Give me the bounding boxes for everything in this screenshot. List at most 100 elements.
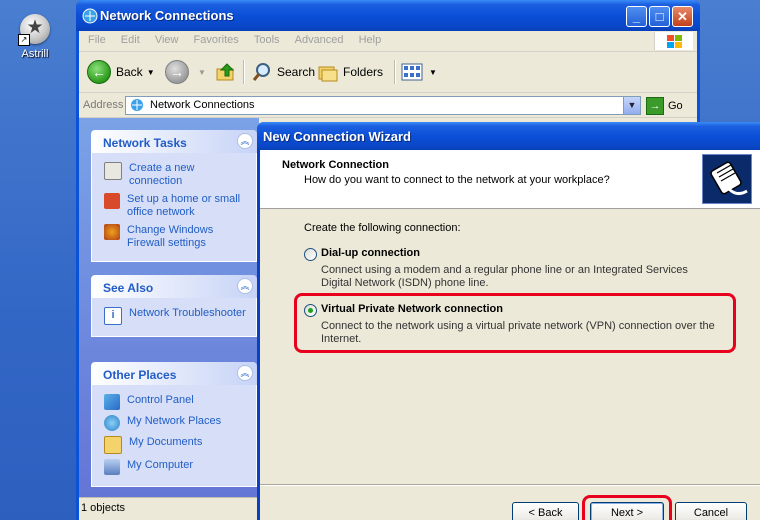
- my-documents-icon: [104, 436, 122, 454]
- search-label: Search: [277, 65, 316, 79]
- link-label: My Computer: [127, 459, 194, 471]
- wizard-body: Network Connection How do you want to co…: [260, 150, 760, 520]
- next-highlight-box: [582, 495, 672, 520]
- task-firewall-settings[interactable]: Change Windows Firewall settings: [104, 224, 248, 250]
- views-icon: [401, 63, 423, 81]
- menu-bar: File Edit View Favorites Tools Advanced …: [79, 31, 697, 52]
- address-value: Network Connections: [150, 99, 255, 111]
- new-connection-icon: [104, 162, 122, 180]
- minimize-button[interactable]: _: [626, 6, 647, 27]
- menu-edit[interactable]: Edit: [115, 31, 146, 46]
- task-home-network[interactable]: Set up a home or small office network: [104, 193, 248, 219]
- link-my-computer[interactable]: My Computer: [104, 459, 248, 475]
- window-title: Network Connections: [100, 8, 234, 23]
- wizard-titlebar[interactable]: New Connection Wizard: [257, 122, 760, 150]
- link-label: Control Panel: [127, 394, 194, 406]
- desktop-icon-astrill[interactable]: ★ ↗ Astrill: [12, 14, 58, 60]
- window-titlebar[interactable]: Network Connections _ □ ✕: [76, 0, 700, 31]
- close-button[interactable]: ✕: [672, 6, 693, 27]
- wizard-title: New Connection Wizard: [263, 129, 411, 144]
- forward-button[interactable]: → ▼: [165, 59, 206, 85]
- back-button[interactable]: ← Back ▼: [87, 59, 155, 85]
- other-places-body: Control Panel My Network Places My Docum…: [91, 385, 257, 487]
- firewall-icon: [104, 224, 120, 240]
- folders-icon: [318, 66, 338, 82]
- shortcut-arrow-icon: ↗: [18, 34, 30, 46]
- desktop-icon-label: Astrill: [21, 48, 49, 60]
- windows-logo-icon: [654, 32, 693, 50]
- dial-up-radio[interactable]: [304, 248, 317, 261]
- menu-tools[interactable]: Tools: [248, 31, 286, 46]
- folders-button[interactable]: Folders: [317, 59, 383, 85]
- wizard-header-subtitle: How do you want to connect to the networ…: [304, 174, 610, 186]
- link-control-panel[interactable]: Control Panel: [104, 394, 248, 410]
- toolbar-separator: [243, 60, 245, 84]
- link-network-troubleshooter[interactable]: i Network Troubleshooter: [104, 307, 248, 325]
- panel-title: See Also: [103, 281, 154, 295]
- menu-file[interactable]: File: [79, 31, 112, 46]
- up-folder-icon: [216, 63, 235, 81]
- see-also-header[interactable]: See Also ︽: [91, 275, 257, 298]
- my-computer-icon: [104, 459, 120, 475]
- chevron-down-icon[interactable]: ▼: [429, 68, 437, 77]
- up-folder-button[interactable]: [215, 59, 237, 85]
- vpn-highlight-box: [294, 293, 736, 353]
- home-network-icon: [104, 193, 120, 209]
- menu-advanced[interactable]: Advanced: [289, 31, 350, 46]
- collapse-chevron-icon[interactable]: ︽: [237, 278, 253, 294]
- cancel-button[interactable]: Cancel: [675, 502, 747, 520]
- back-arrow-icon: ←: [87, 60, 111, 84]
- address-input[interactable]: Network Connections ▼: [125, 96, 641, 115]
- task-label: Set up a home or small office network: [127, 193, 241, 218]
- address-dropdown-button[interactable]: ▼: [623, 97, 640, 114]
- link-label: My Network Places: [127, 415, 222, 427]
- network-cable-icon: [702, 154, 752, 204]
- status-text: 1 objects: [81, 502, 126, 514]
- network-tasks-body: Create a new connection Set up a home or…: [91, 153, 257, 262]
- option-label: Dial-up connection: [321, 247, 420, 259]
- wizard-header-title: Network Connection: [282, 159, 389, 171]
- wizard-intro-text: Create the following connection:: [304, 222, 461, 234]
- link-my-network-places[interactable]: My Network Places: [104, 415, 248, 431]
- link-label: Network Troubleshooter: [129, 307, 246, 319]
- see-also-body: i Network Troubleshooter: [91, 298, 257, 337]
- search-icon: [252, 63, 270, 81]
- panel-title: Network Tasks: [103, 136, 187, 150]
- new-connection-wizard-dialog: New Connection Wizard Network Connection…: [257, 122, 760, 520]
- chevron-down-icon[interactable]: ▼: [147, 68, 155, 77]
- back-button[interactable]: < Back: [512, 502, 579, 520]
- network-places-icon: [104, 415, 120, 431]
- wizard-header: Network Connection How do you want to co…: [260, 150, 760, 209]
- task-create-connection[interactable]: Create a new connection: [104, 162, 248, 188]
- task-pane: Network Tasks ︽ Create a new connection …: [79, 118, 259, 498]
- views-button[interactable]: ▼: [401, 59, 437, 85]
- panel-title: Other Places: [103, 368, 177, 382]
- network-tasks-panel: Network Tasks ︽ Create a new connection …: [91, 130, 257, 262]
- go-arrow-icon: →: [646, 97, 664, 115]
- menu-favorites[interactable]: Favorites: [188, 31, 245, 46]
- network-connections-icon: [131, 99, 143, 111]
- astrill-star-icon: ★ ↗: [18, 14, 50, 46]
- other-places-header[interactable]: Other Places ︽: [91, 362, 257, 385]
- option-description: Connect using a modem and a regular phon…: [321, 264, 688, 289]
- go-button[interactable]: → Go: [646, 97, 683, 115]
- wizard-separator: [260, 484, 760, 486]
- search-button[interactable]: Search: [251, 59, 315, 85]
- menu-help[interactable]: Help: [353, 31, 388, 46]
- other-places-panel: Other Places ︽ Control Panel My Network …: [91, 362, 257, 487]
- see-also-panel: See Also ︽ i Network Troubleshooter: [91, 275, 257, 337]
- toolbar-separator: [394, 60, 396, 84]
- network-tasks-header[interactable]: Network Tasks ︽: [91, 130, 257, 153]
- link-my-documents[interactable]: My Documents: [104, 436, 248, 454]
- toolbar: ← Back ▼ → ▼ Search Folders ▼: [79, 52, 697, 93]
- maximize-button[interactable]: □: [649, 6, 670, 27]
- task-label: Create a new connection: [129, 162, 195, 187]
- back-label: Back: [116, 65, 143, 79]
- collapse-chevron-icon[interactable]: ︽: [237, 133, 253, 149]
- go-label: Go: [668, 100, 683, 112]
- collapse-chevron-icon[interactable]: ︽: [237, 365, 253, 381]
- folders-label: Folders: [343, 65, 384, 79]
- menu-view[interactable]: View: [149, 31, 185, 46]
- address-label: Address: [83, 99, 124, 111]
- chevron-down-icon[interactable]: ▼: [198, 68, 206, 77]
